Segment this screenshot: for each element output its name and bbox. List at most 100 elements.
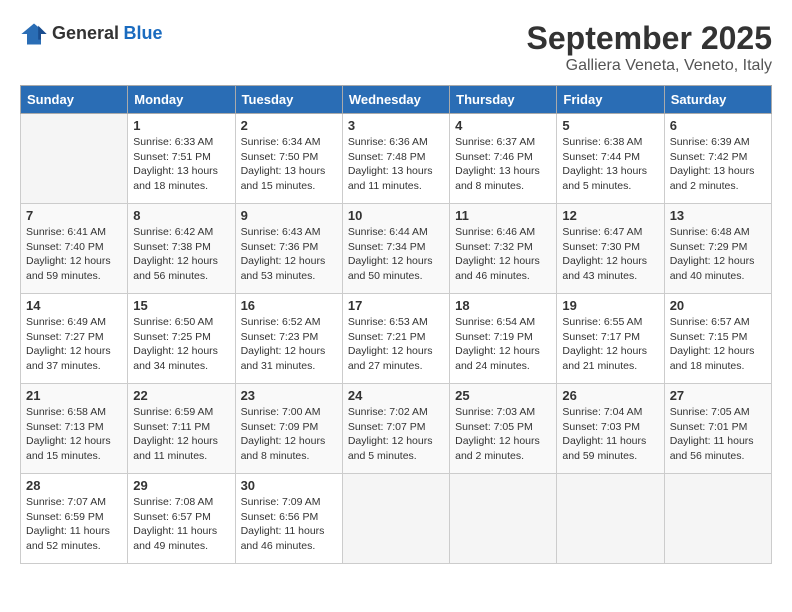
day-info: Sunrise: 7:07 AM Sunset: 6:59 PM Dayligh… [26,495,122,554]
calendar-week-row: 7Sunrise: 6:41 AM Sunset: 7:40 PM Daylig… [21,204,772,294]
calendar-cell: 29 Sunrise: 7:08 AM Sunset: 6:57 PM Dayli… [128,474,235,564]
logo-text-blue: Blue [124,23,163,43]
day-info: Sunrise: 6:59 AM Sunset: 7:11 PM Dayligh… [133,405,229,464]
calendar-cell: 30 Sunrise: 7:09 AM Sunset: 6:56 PM Dayli… [235,474,342,564]
day-number: 30 [241,478,337,493]
day-number: 20 [670,298,766,313]
calendar-cell: 9 Sunrise: 6:43 AM Sunset: 7:36 PM Daylig… [235,204,342,294]
calendar-body: 1 Sunrise: 6:33 AM Sunset: 7:51 PM Daylig… [21,114,772,564]
calendar-cell: 18Sunrise: 6:54 AM Sunset: 7:19 PM Dayli… [450,294,557,384]
calendar-cell: 20 Sunrise: 6:57 AM Sunset: 7:15 PM Dayli… [664,294,771,384]
calendar-cell [557,474,664,564]
day-info: Sunrise: 7:02 AM Sunset: 7:07 PM Dayligh… [348,405,444,464]
day-number: 11 [455,208,551,223]
day-number: 12 [562,208,658,223]
day-info: Sunrise: 6:43 AM Sunset: 7:36 PM Dayligh… [241,225,337,284]
day-info: Sunrise: 6:55 AM Sunset: 7:17 PM Dayligh… [562,315,658,374]
day-number: 7 [26,208,122,223]
day-number: 5 [562,118,658,133]
day-number: 21 [26,388,122,403]
day-info: Sunrise: 7:09 AM Sunset: 6:56 PM Dayligh… [241,495,337,554]
logo-text-general: General [52,23,119,43]
calendar-cell: 14Sunrise: 6:49 AM Sunset: 7:27 PM Dayli… [21,294,128,384]
day-number: 28 [26,478,122,493]
calendar-cell: 11Sunrise: 6:46 AM Sunset: 7:32 PM Dayli… [450,204,557,294]
header-day: Saturday [664,86,771,114]
calendar-cell: 23Sunrise: 7:00 AM Sunset: 7:09 PM Dayli… [235,384,342,474]
day-number: 22 [133,388,229,403]
header-day: Friday [557,86,664,114]
day-info: Sunrise: 6:38 AM Sunset: 7:44 PM Dayligh… [562,135,658,194]
header-day: Wednesday [342,86,449,114]
day-info: Sunrise: 6:52 AM Sunset: 7:23 PM Dayligh… [241,315,337,374]
calendar-table: SundayMondayTuesdayWednesdayThursdayFrid… [20,85,772,564]
day-info: Sunrise: 6:36 AM Sunset: 7:48 PM Dayligh… [348,135,444,194]
calendar-cell: 8 Sunrise: 6:42 AM Sunset: 7:38 PM Daylig… [128,204,235,294]
header: General Blue September 2025 Galliera Ven… [20,20,772,75]
day-number: 1 [133,118,229,133]
location-title: Galliera Veneta, Veneto, Italy [527,57,772,75]
header-day: Thursday [450,86,557,114]
day-info: Sunrise: 6:34 AM Sunset: 7:50 PM Dayligh… [241,135,337,194]
day-info: Sunrise: 6:53 AM Sunset: 7:21 PM Dayligh… [348,315,444,374]
calendar-week-row: 1 Sunrise: 6:33 AM Sunset: 7:51 PM Daylig… [21,114,772,204]
day-number: 29 [133,478,229,493]
day-info: Sunrise: 6:37 AM Sunset: 7:46 PM Dayligh… [455,135,551,194]
calendar-cell [450,474,557,564]
day-number: 8 [133,208,229,223]
header-row: SundayMondayTuesdayWednesdayThursdayFrid… [21,86,772,114]
day-number: 6 [670,118,766,133]
calendar-cell: 6Sunrise: 6:39 AM Sunset: 7:42 PM Daylig… [664,114,771,204]
day-number: 9 [241,208,337,223]
day-number: 24 [348,388,444,403]
day-info: Sunrise: 6:54 AM Sunset: 7:19 PM Dayligh… [455,315,551,374]
calendar-cell: 16 Sunrise: 6:52 AM Sunset: 7:23 PM Dayli… [235,294,342,384]
calendar-cell: 1 Sunrise: 6:33 AM Sunset: 7:51 PM Daylig… [128,114,235,204]
calendar-cell: 26 Sunrise: 7:04 AM Sunset: 7:03 PM Dayli… [557,384,664,474]
day-info: Sunrise: 6:48 AM Sunset: 7:29 PM Dayligh… [670,225,766,284]
day-number: 17 [348,298,444,313]
day-info: Sunrise: 6:42 AM Sunset: 7:38 PM Dayligh… [133,225,229,284]
day-number: 16 [241,298,337,313]
calendar-cell: 5 Sunrise: 6:38 AM Sunset: 7:44 PM Daylig… [557,114,664,204]
day-info: Sunrise: 6:50 AM Sunset: 7:25 PM Dayligh… [133,315,229,374]
day-number: 19 [562,298,658,313]
calendar-cell: 7Sunrise: 6:41 AM Sunset: 7:40 PM Daylig… [21,204,128,294]
calendar-week-row: 21Sunrise: 6:58 AM Sunset: 7:13 PM Dayli… [21,384,772,474]
calendar-cell: 21Sunrise: 6:58 AM Sunset: 7:13 PM Dayli… [21,384,128,474]
day-info: Sunrise: 6:33 AM Sunset: 7:51 PM Dayligh… [133,135,229,194]
day-info: Sunrise: 7:08 AM Sunset: 6:57 PM Dayligh… [133,495,229,554]
day-info: Sunrise: 7:00 AM Sunset: 7:09 PM Dayligh… [241,405,337,464]
day-info: Sunrise: 6:47 AM Sunset: 7:30 PM Dayligh… [562,225,658,284]
calendar-cell [664,474,771,564]
month-title: September 2025 [527,20,772,57]
header-day: Tuesday [235,86,342,114]
calendar-cell: 4Sunrise: 6:37 AM Sunset: 7:46 PM Daylig… [450,114,557,204]
logo: General Blue [20,20,163,48]
day-info: Sunrise: 6:57 AM Sunset: 7:15 PM Dayligh… [670,315,766,374]
calendar-cell: 13Sunrise: 6:48 AM Sunset: 7:29 PM Dayli… [664,204,771,294]
day-number: 10 [348,208,444,223]
calendar-cell: 17 Sunrise: 6:53 AM Sunset: 7:21 PM Dayli… [342,294,449,384]
day-info: Sunrise: 7:04 AM Sunset: 7:03 PM Dayligh… [562,405,658,464]
calendar-cell [21,114,128,204]
calendar-cell: 22 Sunrise: 6:59 AM Sunset: 7:11 PM Dayli… [128,384,235,474]
calendar-cell: 25Sunrise: 7:03 AM Sunset: 7:05 PM Dayli… [450,384,557,474]
day-info: Sunrise: 6:44 AM Sunset: 7:34 PM Dayligh… [348,225,444,284]
title-block: September 2025 Galliera Veneta, Veneto, … [527,20,772,75]
day-number: 15 [133,298,229,313]
day-info: Sunrise: 7:05 AM Sunset: 7:01 PM Dayligh… [670,405,766,464]
calendar-week-row: 14Sunrise: 6:49 AM Sunset: 7:27 PM Dayli… [21,294,772,384]
calendar-cell: 12 Sunrise: 6:47 AM Sunset: 7:30 PM Dayli… [557,204,664,294]
day-number: 3 [348,118,444,133]
calendar-cell: 19 Sunrise: 6:55 AM Sunset: 7:17 PM Dayli… [557,294,664,384]
header-day: Sunday [21,86,128,114]
calendar-cell: 15 Sunrise: 6:50 AM Sunset: 7:25 PM Dayli… [128,294,235,384]
calendar-cell: 2Sunrise: 6:34 AM Sunset: 7:50 PM Daylig… [235,114,342,204]
day-number: 26 [562,388,658,403]
day-info: Sunrise: 6:49 AM Sunset: 7:27 PM Dayligh… [26,315,122,374]
calendar-cell: 10 Sunrise: 6:44 AM Sunset: 7:34 PM Dayli… [342,204,449,294]
calendar-week-row: 28 Sunrise: 7:07 AM Sunset: 6:59 PM Dayli… [21,474,772,564]
calendar-cell: 3 Sunrise: 6:36 AM Sunset: 7:48 PM Daylig… [342,114,449,204]
day-number: 25 [455,388,551,403]
